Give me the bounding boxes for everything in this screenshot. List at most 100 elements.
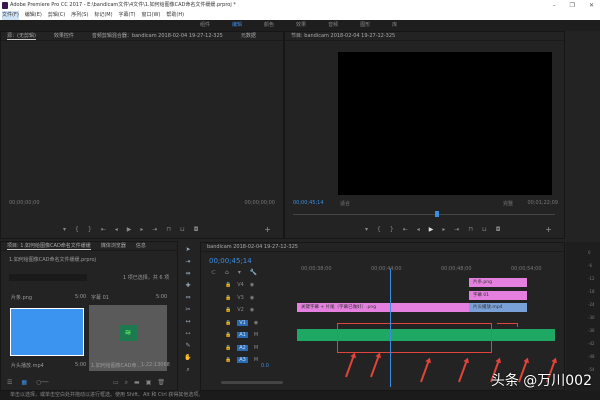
track-header[interactable]: 🔒 A1 M [201,329,291,341]
rate-stretch-icon[interactable]: ⇔ [180,294,196,306]
tab-metadata[interactable]: 元数据 [241,32,256,40]
out-icon[interactable]: } [390,226,394,233]
timeline-zoom-scrollbar[interactable] [221,381,283,384]
rolling-edit-icon[interactable]: ✚ [180,282,196,294]
in-icon[interactable]: { [377,226,381,233]
workspace-graphics[interactable]: 图形 [360,20,370,31]
trash-icon[interactable]: 🗑 [157,379,165,387]
icon-view-icon[interactable]: ▦ [21,379,27,386]
in-icon[interactable]: { [75,226,79,233]
menu-sequence[interactable]: 序列(S) [71,11,88,20]
track-label[interactable]: A2 [237,344,248,351]
track-label[interactable]: V1 [237,319,248,326]
track-label[interactable]: A1 [237,332,248,338]
lock-icon[interactable]: 🔒 [225,307,231,313]
program-timecode[interactable]: 00;00;45;14 [293,200,324,206]
fit-dropdown[interactable]: 适合 [340,200,350,207]
menu-edit[interactable]: 编辑(E) [25,11,42,20]
eye-icon[interactable]: ◉ [250,295,254,301]
overwrite-icon[interactable]: ⊔ [180,226,185,233]
menu-help[interactable]: 帮助(H) [166,11,184,20]
tab-effect-controls[interactable]: 效果控件 [54,32,74,40]
menu-file[interactable]: 文件(F) [2,11,19,20]
track-label[interactable]: A3 [237,357,248,363]
snap-icon[interactable]: ⊂ [211,269,216,276]
track-header[interactable]: 🔒 V3 ◉ [201,292,291,304]
track-label[interactable]: V4 [237,282,244,288]
razor-icon[interactable]: ✂ [180,306,196,318]
workspace-color[interactable]: 颜色 [264,20,274,31]
track-header[interactable]: 🔒 A3 M [201,354,291,366]
track-select-icon[interactable]: ⇥ [180,258,196,270]
hand-icon[interactable]: ✋ [180,354,196,366]
add-button[interactable]: + [545,225,552,234]
track-label[interactable]: V3 [237,295,244,301]
lock-icon[interactable]: 🔒 [225,295,231,301]
menu-window[interactable]: 窗口(W) [142,11,161,20]
mute-icon[interactable]: M [254,345,258,351]
slide-icon[interactable]: ⇿ [180,330,196,342]
step-forward-icon[interactable]: ▸ [140,226,143,233]
goto-out-icon[interactable]: ⇥ [454,226,459,233]
program-title[interactable]: 节目: bandicam 2018-02-04 19-27-12-325 [291,32,395,40]
out-icon[interactable]: } [88,226,92,233]
workspace-effects[interactable]: 效果 [296,20,306,31]
title-clip[interactable]: 字幕 01 [469,291,527,300]
track-header[interactable]: 🔒 V4 ◉ [201,279,291,291]
minimize-button[interactable]: – [553,0,556,11]
program-playhead[interactable] [435,211,440,217]
lock-icon[interactable]: 🔒 [225,357,231,363]
track-header[interactable]: 🔒 V2 ◉ [201,304,291,316]
insert-icon[interactable]: ⊓ [166,226,171,233]
program-scrubber[interactable] [293,211,555,217]
step-back-icon[interactable]: ◂ [417,226,420,233]
workspace-audio[interactable]: 音频 [328,20,338,31]
workspace-libraries[interactable]: 库 [392,20,397,31]
timeline-playhead[interactable] [389,269,391,387]
export-frame-icon[interactable]: ◘ [496,226,501,233]
step-back-icon[interactable]: ◂ [115,226,118,233]
lift-icon[interactable]: ⊓ [468,226,473,233]
add-marker-icon[interactable]: ▾ [238,269,241,276]
quality-dropdown[interactable]: 完整 [503,200,513,207]
lock-icon[interactable]: 🔒 [225,282,231,288]
export-frame-icon[interactable]: ◘ [194,226,199,233]
goto-in-icon[interactable]: ⇤ [403,226,408,233]
marker-icon[interactable]: ▾ [365,226,368,233]
menu-title[interactable]: 字幕(T) [119,11,136,20]
workspace-editing[interactable]: 编辑 [232,20,242,31]
play-icon[interactable]: ▶ [429,226,434,233]
tab-project[interactable]: 项目: 1.如何给图像CAD命名文件缓缓 [7,242,91,250]
play-icon[interactable]: ▶ [127,226,132,233]
zoom-slider[interactable]: ○── [36,379,48,386]
selection-tool-icon[interactable]: ➤ [180,246,196,258]
maximize-button[interactable]: ❐ [570,0,575,11]
graphic-clip[interactable]: 片条.png [469,278,527,287]
eye-icon[interactable]: ◉ [250,282,254,288]
goto-in-icon[interactable]: ⇤ [101,226,106,233]
eye-icon[interactable]: ◉ [254,320,258,326]
list-view-icon[interactable]: ☰ [7,379,12,386]
eye-icon[interactable]: ◉ [250,307,254,313]
step-forward-icon[interactable]: ▸ [442,226,445,233]
track-header[interactable]: 🔒 V1 ◉ [201,317,291,329]
mute-icon[interactable]: M [254,332,258,338]
tab-source[interactable]: 源：(无剪辑) [7,32,36,40]
new-bin-icon[interactable]: ▬ [134,379,140,387]
item-thumbnail[interactable] [10,308,84,356]
tab-info[interactable]: 信息 [136,242,146,250]
new-item-icon[interactable]: ▣ [146,379,152,387]
mute-icon[interactable]: M [254,357,258,363]
linked-selection-icon[interactable]: ⌂ [225,269,229,276]
lock-icon[interactable]: 🔒 [225,345,231,351]
workspace-assembly[interactable]: 组件 [200,20,210,31]
settings-icon[interactable]: 🔧 [250,269,257,276]
menu-marker[interactable]: 标记(M) [94,11,112,20]
tab-media-browser[interactable]: 媒体浏览器 [101,242,126,250]
extract-icon[interactable]: ⊔ [482,226,487,233]
master-volume[interactable]: 0.0 [261,363,269,369]
track-header[interactable]: 🔒 A2 M [201,342,291,354]
video-clip[interactable]: 片头播放.mp4 [469,303,527,312]
sequence-tab[interactable]: bandicam 2018-02-04 19-27-12-325 [207,243,298,251]
lock-icon[interactable]: 🔒 [225,320,231,326]
